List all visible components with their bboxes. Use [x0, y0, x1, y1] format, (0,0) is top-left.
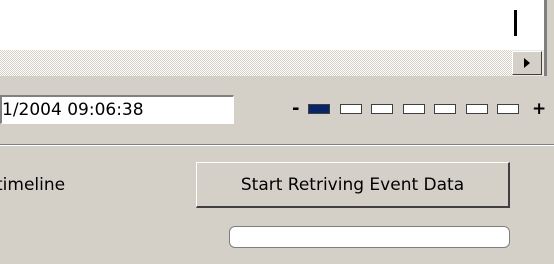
zoom-level-segment[interactable] [465, 104, 488, 114]
zoom-level-segment[interactable] [497, 104, 519, 114]
start-retrieving-button[interactable]: Start Retriving Event Data [196, 162, 510, 208]
scrollbar-track[interactable] [0, 50, 512, 76]
zoom-level-segment[interactable] [339, 104, 362, 114]
window-edge-light [547, 0, 554, 76]
zoom-in-label[interactable]: + [532, 99, 546, 119]
zoom-level-segment[interactable] [308, 104, 330, 114]
zoom-level-segment[interactable] [371, 104, 393, 114]
timeline-label: timeline [0, 175, 66, 195]
datetime-field[interactable]: 1/2004 09:06:38 [0, 95, 234, 124]
zoom-out-label[interactable]: - [292, 99, 299, 119]
divider [0, 144, 554, 146]
arrow-right-icon[interactable] [512, 51, 542, 75]
horizontal-scrollbar[interactable] [0, 50, 544, 77]
progress-bar [229, 226, 510, 248]
zoom-level-segment[interactable] [402, 104, 425, 114]
top-area [0, 0, 554, 50]
text-cursor-icon [514, 10, 517, 36]
zoom-level-segment[interactable] [434, 104, 456, 114]
